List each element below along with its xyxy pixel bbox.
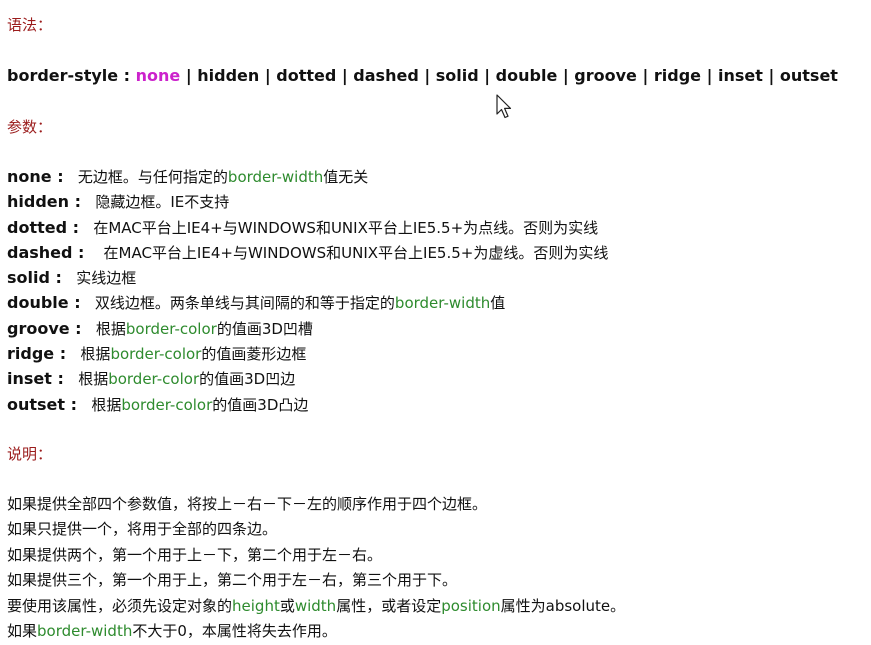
param-description: 的值画3D凹边: [199, 370, 296, 389]
note-line: 如果border-width不大于0，本属性将失去作用。: [7, 620, 625, 645]
note-line: 如果提供两个，第一个用于上－下，第二个用于左－右。: [7, 544, 625, 569]
note-line: 如果提供全部四个参数值，将按上－右－下－左的顺序作用于四个边框。: [7, 493, 625, 518]
param-row: none : 无边框。与任何指定的border-width值无关: [7, 166, 608, 191]
syntax-section-title: 语法：: [7, 16, 53, 34]
note-line: 如果提供三个，第一个用于上，第二个用于左－右，第三个用于下。: [7, 569, 625, 594]
css-keyword: border-width: [227, 168, 324, 186]
param-name: solid :: [7, 268, 62, 288]
param-description: 值无关: [323, 168, 369, 186]
param-gap: [64, 370, 78, 388]
param-description: 的值画菱形边框: [201, 345, 307, 364]
param-row: ridge : 根据border-color的值画菱形边框: [7, 343, 608, 368]
note-text: 属性为absolute。: [500, 596, 626, 615]
notes-list: 如果提供全部四个参数值，将按上－右－下－左的顺序作用于四个边框。 如果只提供一个，…: [7, 493, 625, 645]
param-gap: [64, 168, 78, 186]
param-row: dotted : 在MAC平台上IE4+与WINDOWS和UNIX平台上IE5.…: [7, 217, 608, 242]
param-row: inset : 根据border-color的值画3D凹边: [7, 368, 608, 393]
param-description: 无边框。与任何指定的: [77, 168, 228, 186]
param-gap: [79, 219, 93, 237]
note-text: 如果提供全部四个参数值，将按上－右－下－左的顺序作用于四个边框。: [7, 495, 488, 513]
param-list: none : 无边框。与任何指定的border-width值无关 hidden :…: [7, 166, 608, 419]
css-keyword: position: [441, 596, 501, 615]
css-keyword: border-color: [108, 370, 200, 389]
param-name: dashed :: [7, 242, 85, 262]
param-name: groove :: [7, 318, 82, 338]
note-text: 或: [279, 596, 295, 615]
note-line: 要使用该属性，必须先设定对象的height或width属性，或者设定positi…: [7, 595, 625, 620]
param-description: 在MAC平台上IE4+与WINDOWS和UNIX平台上IE5.5+为虚线。否则为…: [103, 243, 609, 262]
mouse-pointer-icon: [496, 94, 512, 119]
css-keyword: border-color: [121, 395, 213, 414]
param-description: 根据: [80, 345, 111, 364]
param-name: hidden :: [7, 192, 81, 212]
param-gap: [77, 396, 91, 414]
param-name: none :: [7, 167, 64, 186]
param-gap: [62, 269, 76, 287]
note-text: 不大于0，本属性将失去作用。: [132, 621, 337, 640]
note-text: 如果只提供一个，将用于全部的四条边。: [7, 520, 278, 539]
param-name: inset :: [7, 369, 64, 389]
param-description: 根据: [78, 370, 109, 389]
note-text: 如果提供两个，第一个用于上－下，第二个用于左－右。: [7, 545, 383, 564]
param-row: solid : 实线边框: [7, 267, 608, 292]
note-text: 如果提供三个，第一个用于上，第二个用于左－右，第三个用于下。: [7, 571, 458, 590]
param-name: ridge :: [7, 344, 67, 364]
syntax-property: border-style :: [7, 66, 136, 85]
note-text: 要使用该属性，必须先设定对象的: [7, 596, 233, 615]
param-name: dotted :: [7, 217, 80, 237]
syntax-line: border-style : none | hidden | dotted | …: [7, 66, 838, 85]
note-text: 属性，或者设定: [336, 596, 442, 615]
param-description: 的值画3D凹槽: [216, 319, 313, 338]
param-description: 隐藏边框。IE不支持: [95, 193, 230, 212]
param-description: 值: [490, 294, 506, 313]
param-description: 双线边框。两条单线与其间隔的和等于指定的: [94, 294, 395, 313]
param-gap: [81, 294, 95, 312]
param-description: 的值画3D凸边: [212, 395, 309, 414]
param-description: 根据: [91, 395, 122, 414]
css-keyword: border-color: [125, 319, 217, 338]
param-row: dashed : 在MAC平台上IE4+与WINDOWS和UNIX平台上IE5.…: [7, 242, 608, 267]
param-gap: [66, 345, 80, 363]
param-gap: [84, 244, 103, 262]
css-keyword: height: [232, 596, 280, 615]
param-row: double : 双线边框。两条单线与其间隔的和等于指定的border-widt…: [7, 292, 608, 317]
param-description: 实线边框: [76, 269, 137, 288]
css-keyword: border-color: [110, 345, 202, 364]
notes-section-title: 说明：: [7, 445, 53, 463]
css-keyword: border-width: [37, 621, 133, 640]
param-row: outset : 根据border-color的值画3D凸边: [7, 394, 608, 419]
param-row: groove : 根据border-color的值画3D凹槽: [7, 318, 608, 343]
note-text: 如果: [7, 621, 38, 640]
param-gap: [81, 193, 95, 211]
css-keyword: width: [294, 596, 337, 615]
param-name: outset :: [7, 394, 78, 414]
param-description: 在MAC平台上IE4+与WINDOWS和UNIX平台上IE5.5+为点线。否则为…: [93, 218, 599, 237]
param-description: 根据: [95, 319, 126, 338]
syntax-default-value: none: [135, 66, 181, 85]
params-section-title: 参数：: [7, 118, 53, 136]
syntax-values: | hidden | dotted | dashed | solid | dou…: [180, 66, 838, 85]
note-line: 如果只提供一个，将用于全部的四条边。: [7, 518, 625, 543]
css-keyword: border-width: [394, 294, 491, 313]
param-name: double :: [7, 293, 81, 313]
param-gap: [82, 320, 96, 338]
param-row: hidden : 隐藏边框。IE不支持: [7, 191, 608, 216]
